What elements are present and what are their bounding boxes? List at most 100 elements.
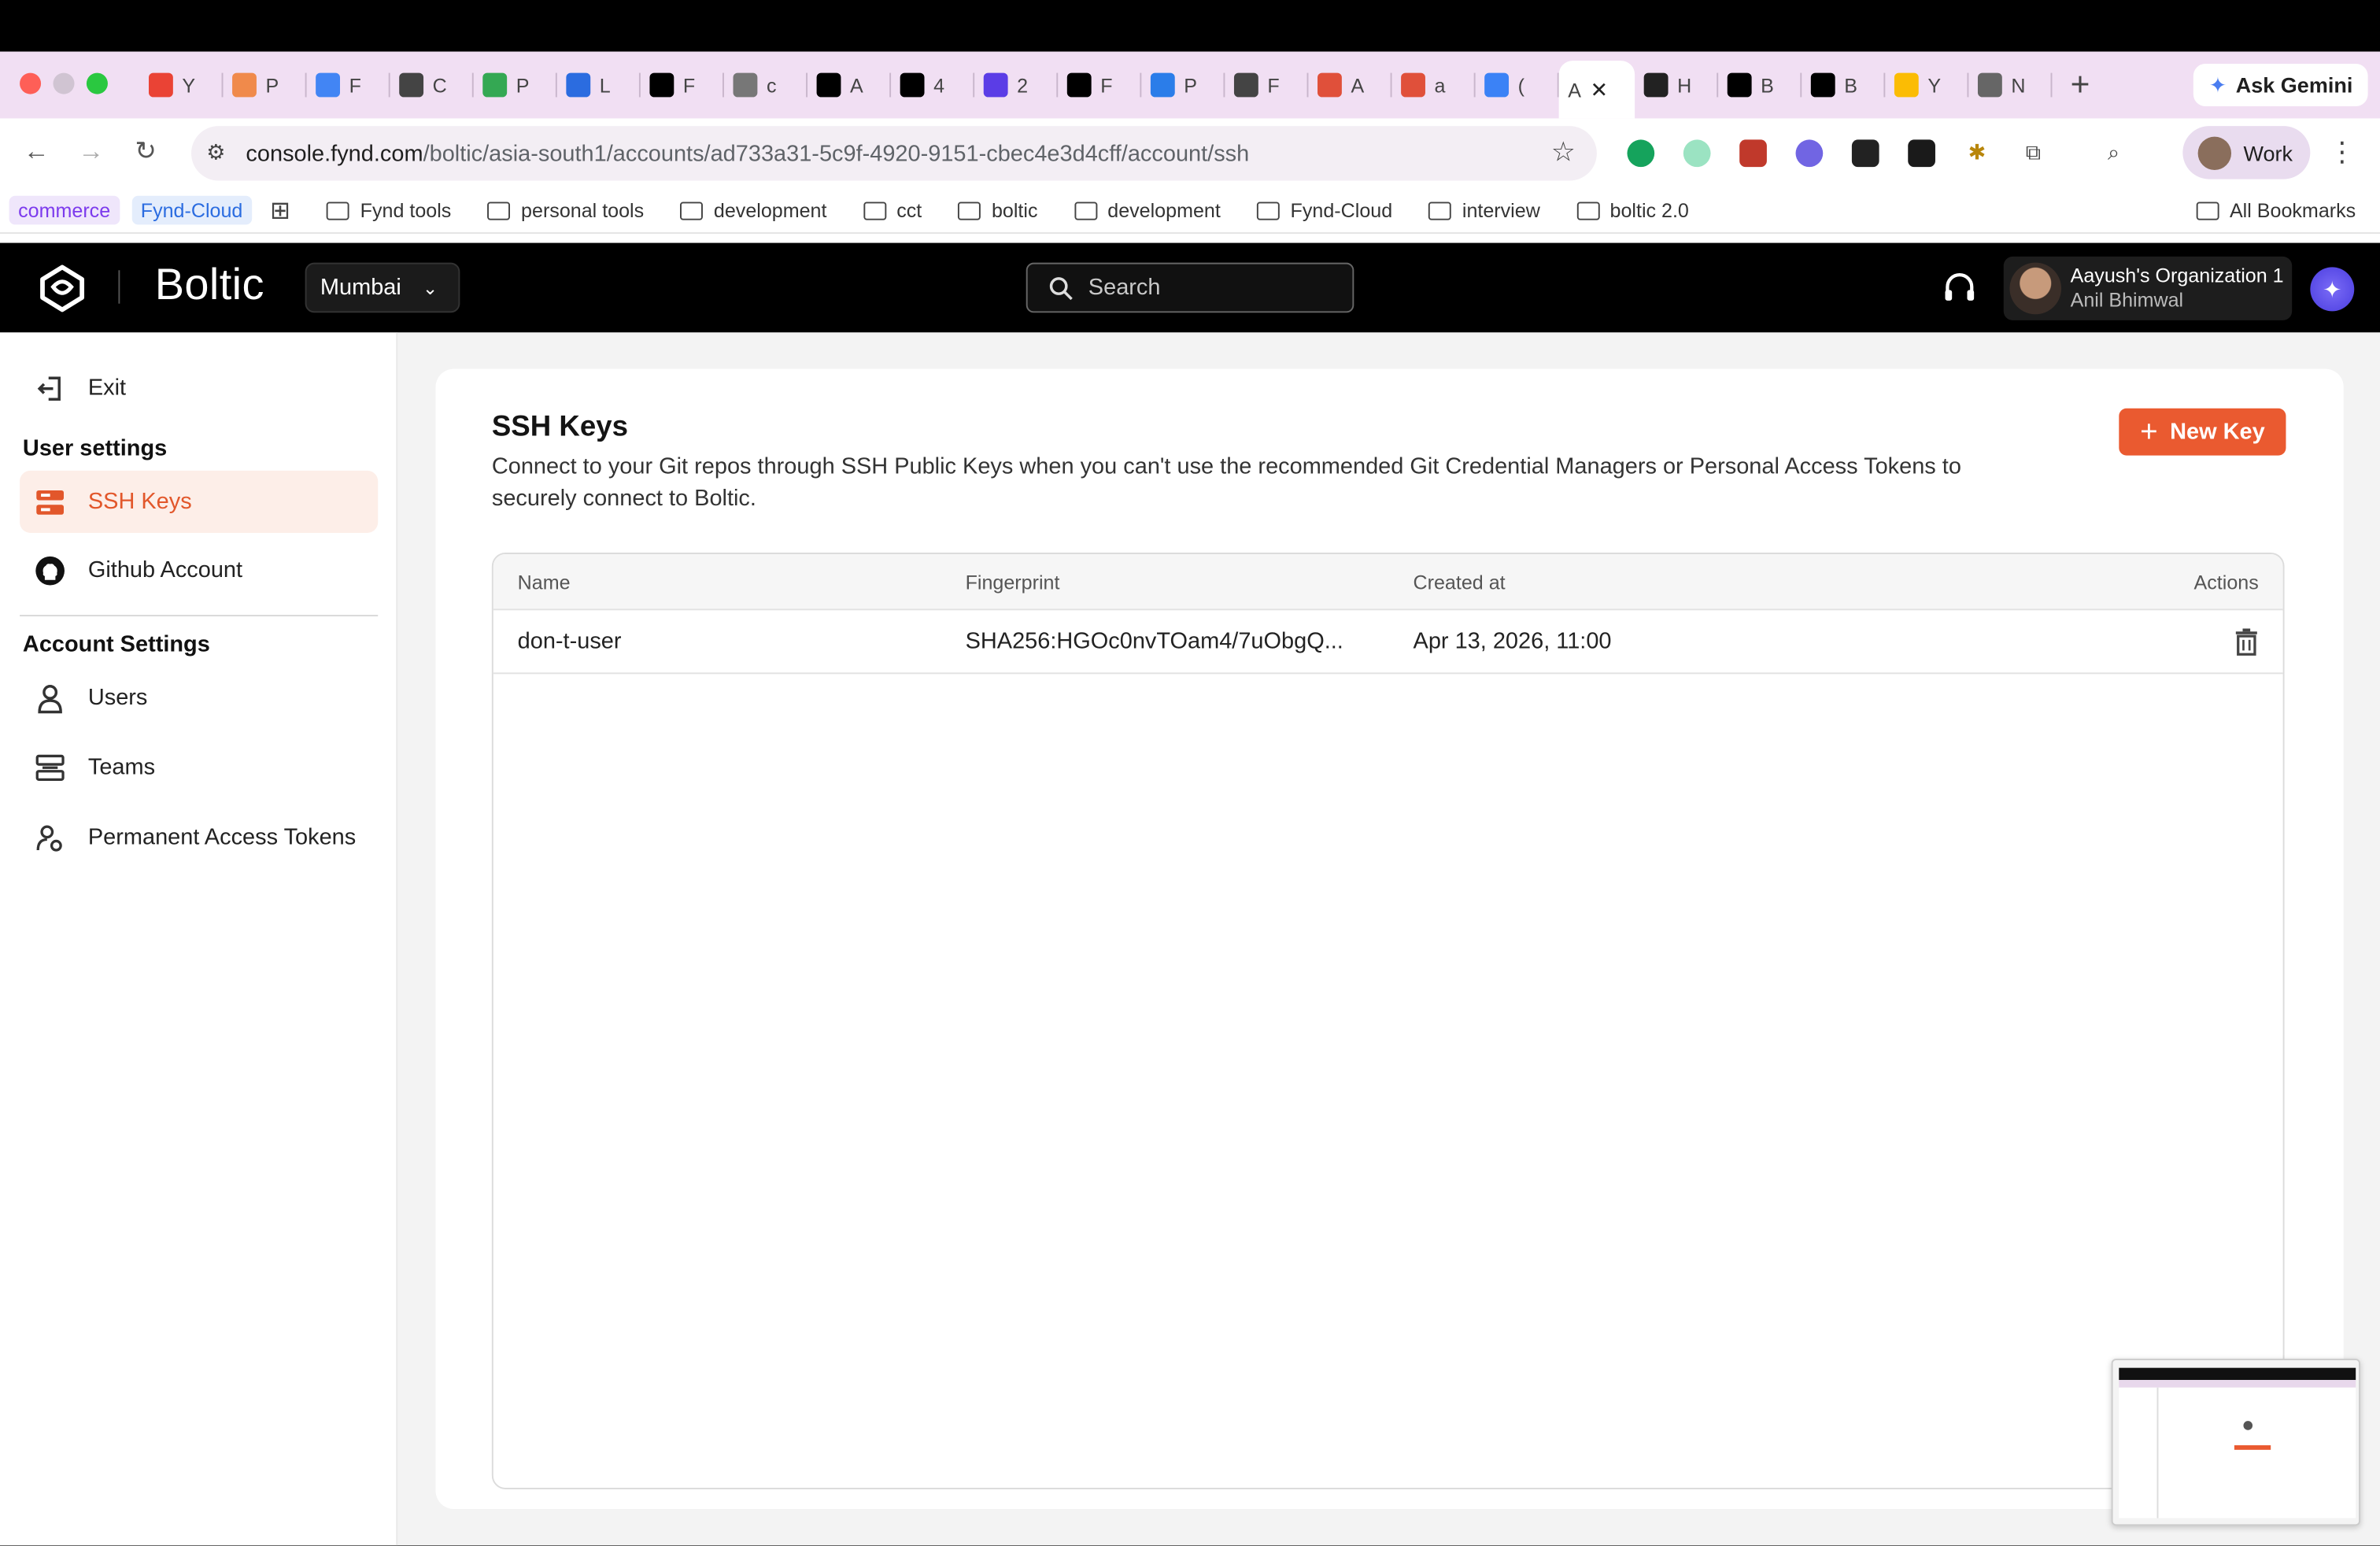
purple-square-icon xyxy=(983,72,1008,98)
trash-icon[interactable] xyxy=(2234,628,2259,656)
calendar-icon xyxy=(316,72,341,98)
browser-tab[interactable]: N xyxy=(1968,52,2053,119)
browser-tab[interactable]: a xyxy=(1392,52,1476,119)
browser-tab[interactable]: F xyxy=(641,52,724,119)
gemini-sparkle-icon: ✦ xyxy=(2208,72,2227,97)
profile-button[interactable]: Work xyxy=(2182,126,2311,179)
boltic-icon xyxy=(1810,72,1835,98)
s-extension-icon[interactable] xyxy=(1902,134,1940,172)
boltic-icon xyxy=(649,72,674,98)
browser-tab[interactable]: c xyxy=(724,52,808,119)
new-tab-icon[interactable]: + xyxy=(2071,65,2090,105)
bookmark-folder[interactable]: Fynd-Cloud xyxy=(1257,199,1392,222)
ai-assistant-icon[interactable]: ✦ xyxy=(2310,267,2355,312)
close-tab-icon[interactable]: ✕ xyxy=(1591,76,1609,102)
bookmark-folder[interactable]: development xyxy=(680,199,826,222)
gcloud-icon xyxy=(1894,72,1919,98)
bug-extension-icon[interactable]: ✱ xyxy=(1958,134,1996,172)
browser-tab[interactable]: F xyxy=(307,52,390,119)
user-name: Anil Bhimwal xyxy=(2070,288,2184,312)
browser-tab[interactable]: C xyxy=(390,52,474,119)
browser-tab[interactable]: H xyxy=(1635,52,1719,119)
url-host: console.fynd.com xyxy=(246,140,423,167)
ask-gemini-button[interactable]: ✦ Ask Gemini xyxy=(2193,64,2368,107)
bookmark-folder[interactable]: Fynd tools xyxy=(327,199,451,222)
organization-switcher[interactable]: Aayush's Organization 1 Anil Bhimwal xyxy=(2003,256,2293,320)
grammarly-extension-icon[interactable] xyxy=(1621,134,1659,172)
browser-tab[interactable]: F xyxy=(1058,52,1142,119)
purple-extension-icon[interactable] xyxy=(1790,134,1828,172)
teams-icon xyxy=(35,753,65,781)
browser-tab[interactable]: Y xyxy=(1885,52,1969,119)
column-actions: Actions xyxy=(2193,571,2259,594)
browser-tab[interactable]: B xyxy=(1718,52,1802,119)
browser-tab[interactable]: P xyxy=(1141,52,1225,119)
tab-title: A xyxy=(850,73,863,97)
colorful-extension-icon[interactable] xyxy=(1677,134,1715,172)
sidebar-item-permanent-access-tokens[interactable]: Permanent Access Tokens xyxy=(20,806,378,868)
site-settings-icon[interactable]: ⚙ xyxy=(206,139,225,165)
browser-tab[interactable]: F xyxy=(1225,52,1309,119)
account-settings-heading: Account Settings xyxy=(22,631,210,658)
sidebar-item-teams[interactable]: Teams xyxy=(20,736,378,798)
browser-tab[interactable]: A xyxy=(808,52,892,119)
tab-title: F xyxy=(349,73,361,97)
bookmark-folder[interactable]: boltic 2.0 xyxy=(1576,199,1689,222)
browser-tab[interactable]: 2 xyxy=(974,52,1059,119)
region-label: Mumbai xyxy=(320,275,401,301)
bookmark-fynd-cloud[interactable]: Fynd-Cloud xyxy=(131,195,252,225)
browser-tab[interactable]: P xyxy=(224,52,307,119)
puzzle-extensions-icon[interactable]: ⧉ xyxy=(2014,134,2052,172)
sidebar-item-ssh-keys[interactable]: SSH Keys xyxy=(20,470,379,533)
sidebar-item-github-account[interactable]: Github Account xyxy=(20,539,378,601)
browser-tab[interactable]: A xyxy=(1308,52,1392,119)
tab-title: B xyxy=(1761,73,1774,97)
bookmark-commerce[interactable]: commerce xyxy=(9,195,120,225)
reload-icon[interactable]: ↻ xyxy=(118,137,172,168)
region-selector[interactable]: Mumbai ⌄ xyxy=(305,262,460,313)
boltic-logo-icon[interactable] xyxy=(36,263,88,315)
browser-tab[interactable]: Y xyxy=(139,52,224,119)
browser-tab[interactable]: 4 xyxy=(891,52,975,119)
medium-extension-icon[interactable] xyxy=(1846,134,1883,172)
screenshot-thumbnail-preview[interactable] xyxy=(2111,1359,2360,1526)
key-name: don-t-user xyxy=(517,628,622,655)
bookmark-folder-label: development xyxy=(713,198,827,222)
exit-button[interactable]: Exit xyxy=(20,357,378,419)
sidebar-item-users[interactable]: Users xyxy=(20,667,378,729)
browser-tab[interactable]: P xyxy=(474,52,557,119)
close-window-button[interactable] xyxy=(20,72,42,94)
column-created-at: Created at xyxy=(1413,571,1506,594)
openai-icon xyxy=(399,72,424,98)
red-extension-icon[interactable] xyxy=(1733,134,1771,172)
tab-title: N xyxy=(2011,73,2026,97)
tab-title: P xyxy=(1184,73,1198,97)
all-bookmarks[interactable]: All Bookmarks xyxy=(2196,199,2356,222)
tab-title: F xyxy=(682,73,696,97)
bookmark-folder[interactable]: boltic xyxy=(958,199,1038,222)
tab-search-icon[interactable]: ⌕ xyxy=(2094,134,2132,172)
bookmark-star-icon[interactable]: ☆ xyxy=(1551,137,1576,169)
search-input[interactable]: Search xyxy=(1026,262,1354,313)
bookmark-folder[interactable]: cct xyxy=(863,199,922,222)
bookmark-folder[interactable]: personal tools xyxy=(487,199,644,222)
browser-menu-icon[interactable]: ⋮ xyxy=(2328,137,2356,169)
tabs: Y P F C P L Fc A 4 2 F P F Aa(A ✕ H B B Y N + xyxy=(139,52,2090,119)
browser-tab-active[interactable]: A ✕ xyxy=(1558,61,1635,119)
chrome-icon xyxy=(1977,72,2002,98)
forward-arrow-icon[interactable]: → xyxy=(64,137,118,168)
browser-tab[interactable]: B xyxy=(1802,52,1886,119)
new-key-button[interactable]: + New Key xyxy=(2119,408,2286,456)
browser-tab[interactable]: ( xyxy=(1476,52,1559,119)
apps-grid-icon[interactable]: ⊞ xyxy=(270,195,290,226)
address-bar[interactable]: ⚙ console.fynd.com/boltic/asia-south1/ac… xyxy=(191,126,1597,181)
bookmark-folders: Fynd tools personal tools development cct bo… xyxy=(290,199,1689,222)
minimize-window-button[interactable] xyxy=(53,72,75,94)
headset-icon[interactable] xyxy=(1940,268,1979,308)
bookmark-folder[interactable]: development xyxy=(1074,199,1221,222)
search-placeholder: Search xyxy=(1088,275,1161,301)
maximize-window-button[interactable] xyxy=(86,72,108,94)
browser-tab[interactable]: L xyxy=(557,52,641,119)
back-arrow-icon[interactable]: ← xyxy=(9,137,64,168)
bookmark-folder[interactable]: interview xyxy=(1428,199,1540,222)
